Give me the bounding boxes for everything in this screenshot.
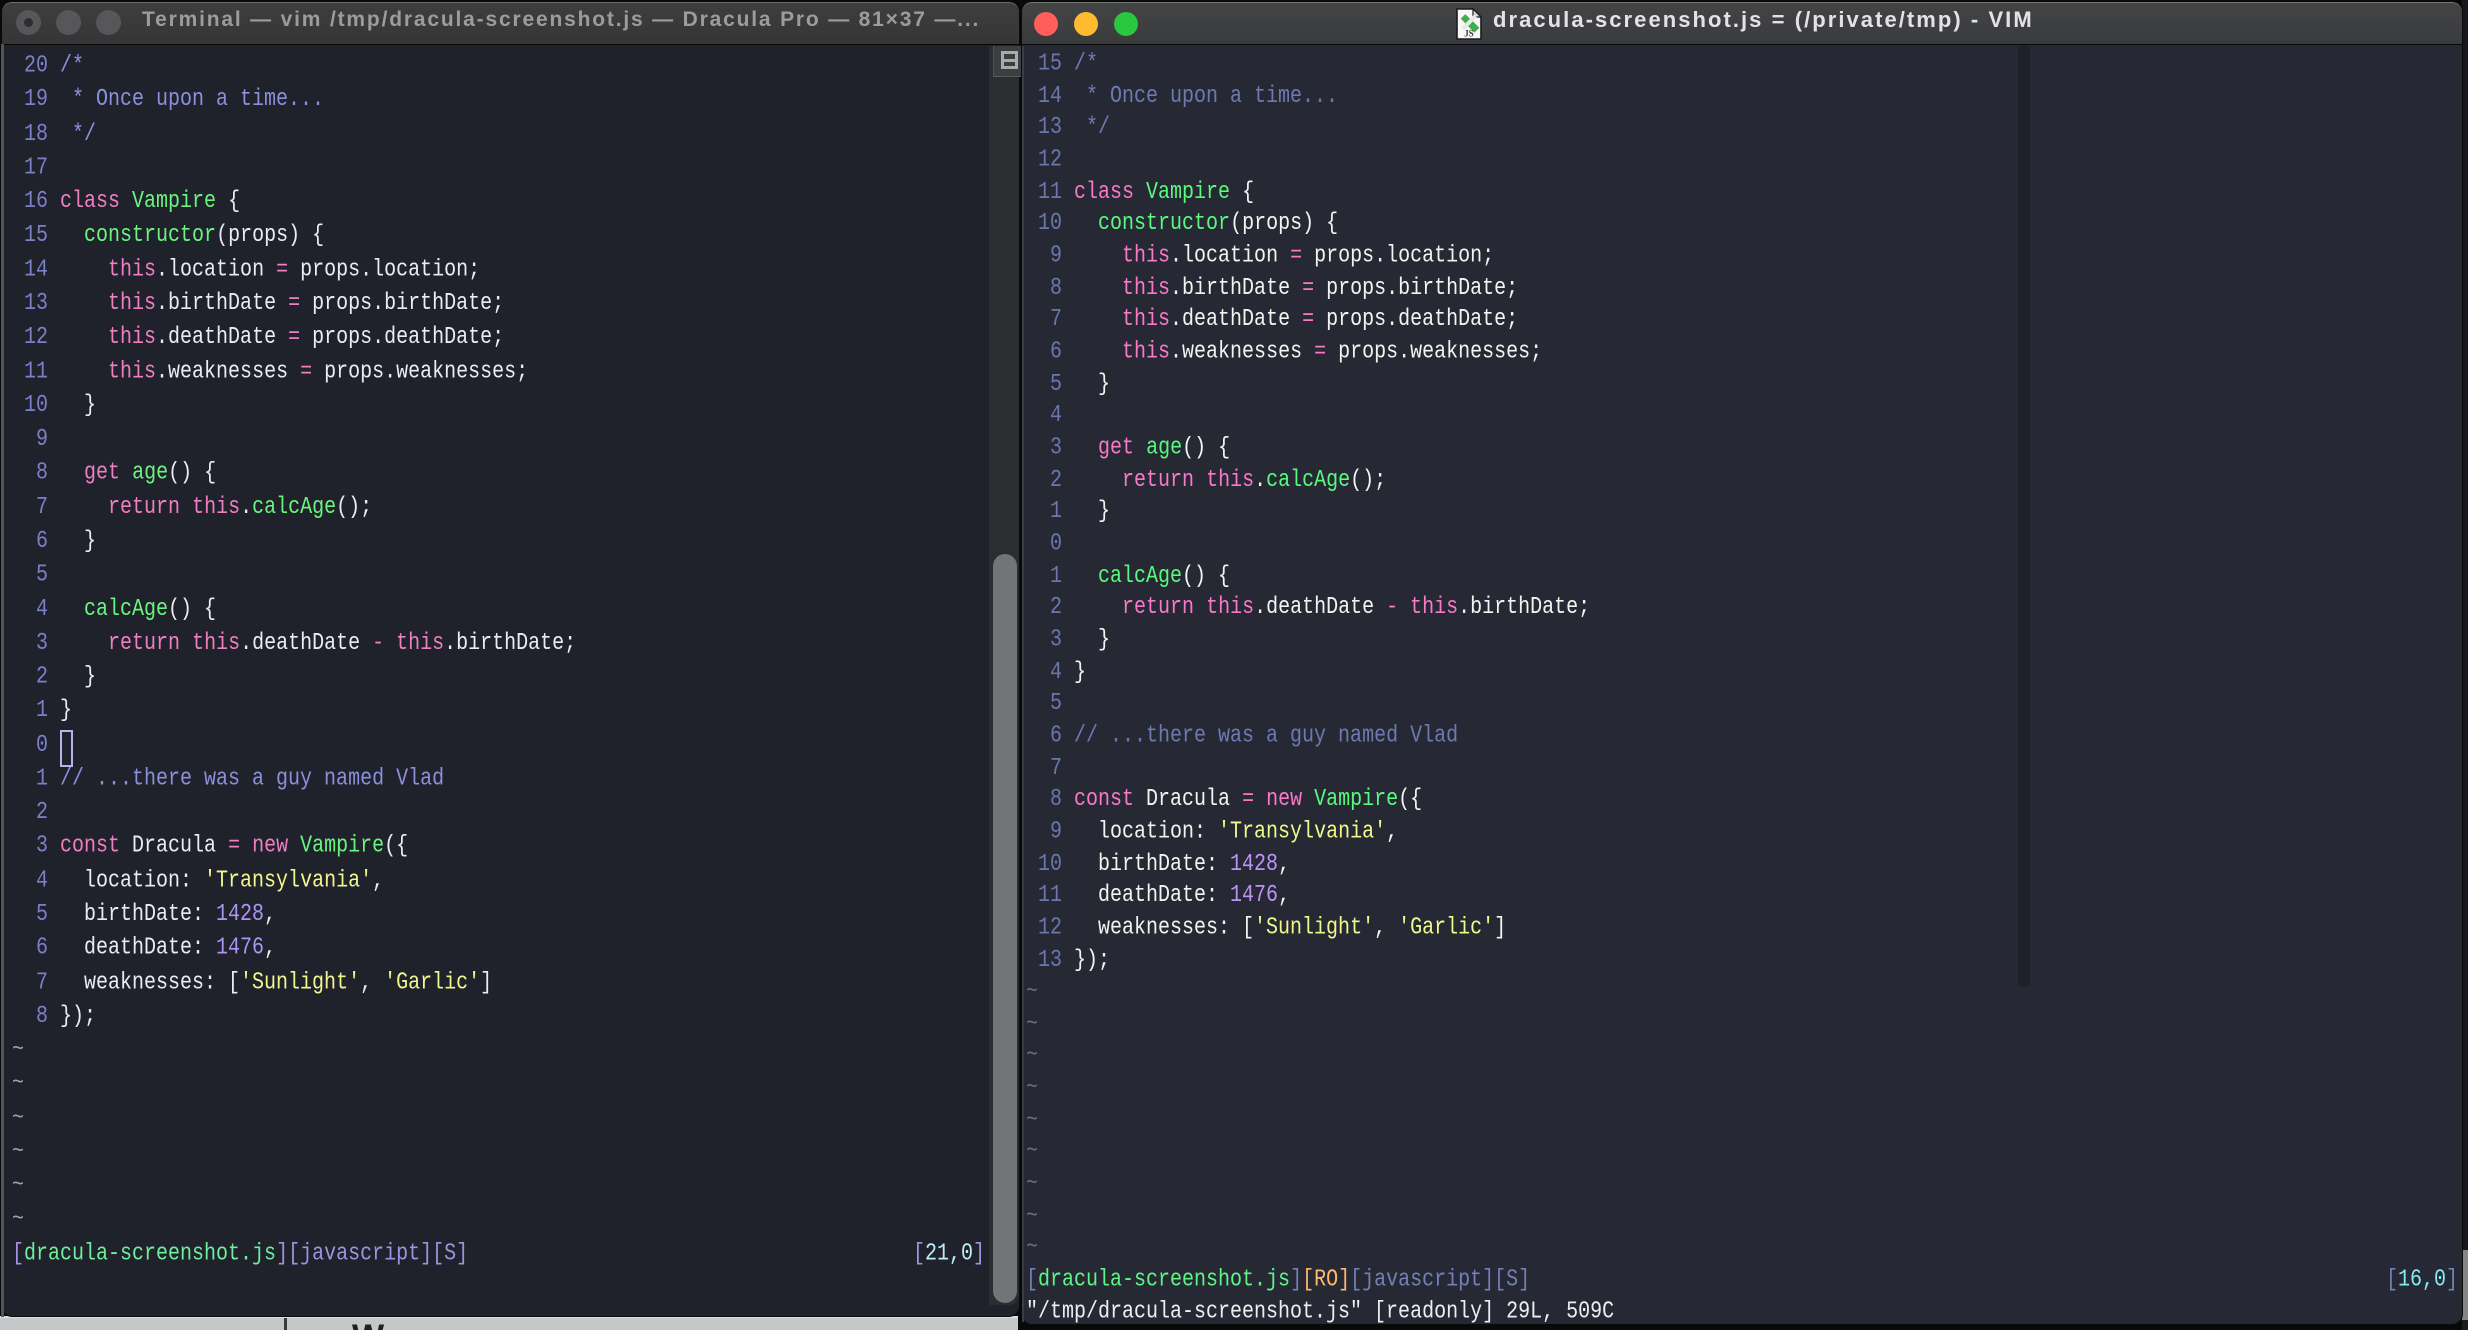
svg-text:JS: JS bbox=[1464, 29, 1474, 39]
